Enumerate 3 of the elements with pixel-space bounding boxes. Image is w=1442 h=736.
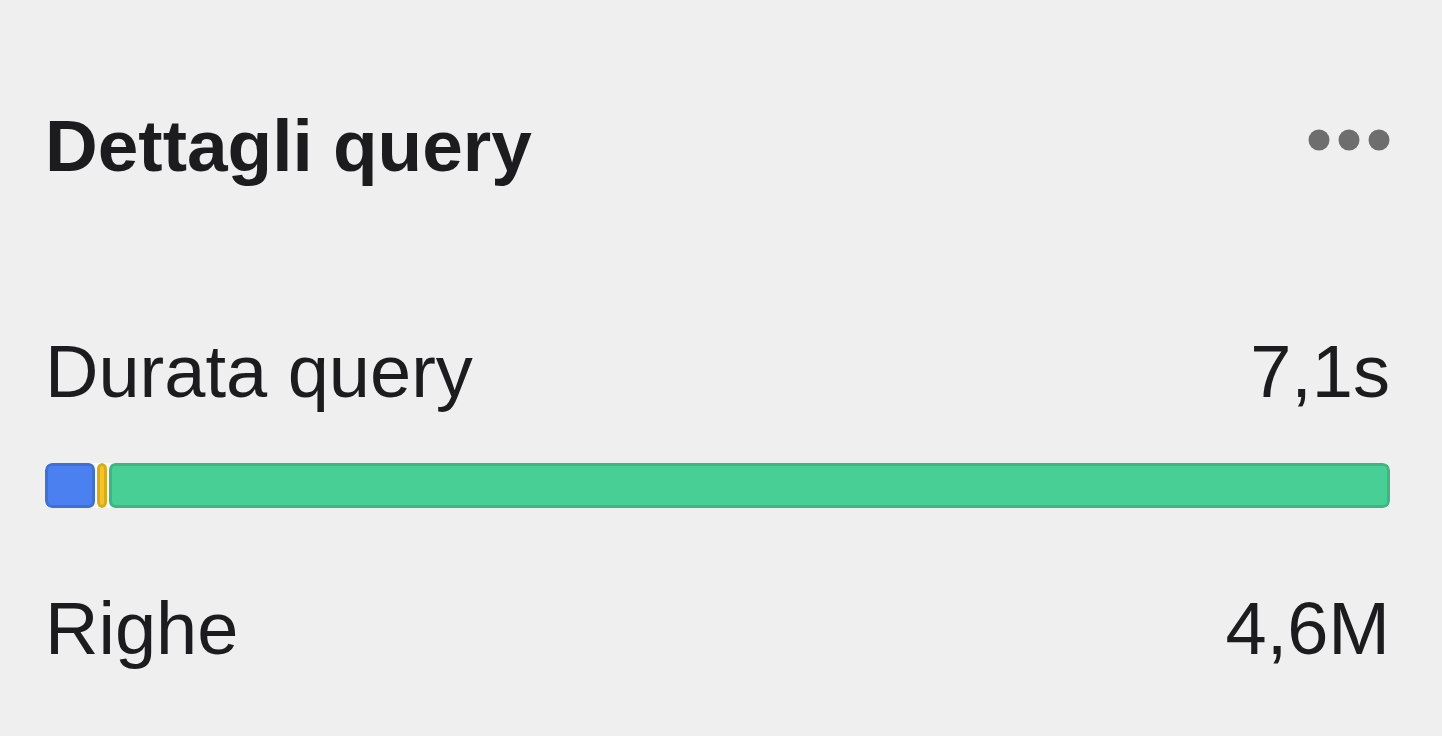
- metric-value: 7,1s: [1250, 335, 1390, 409]
- metric-value: 4,6M: [1225, 592, 1390, 666]
- more-icon[interactable]: [1308, 129, 1390, 151]
